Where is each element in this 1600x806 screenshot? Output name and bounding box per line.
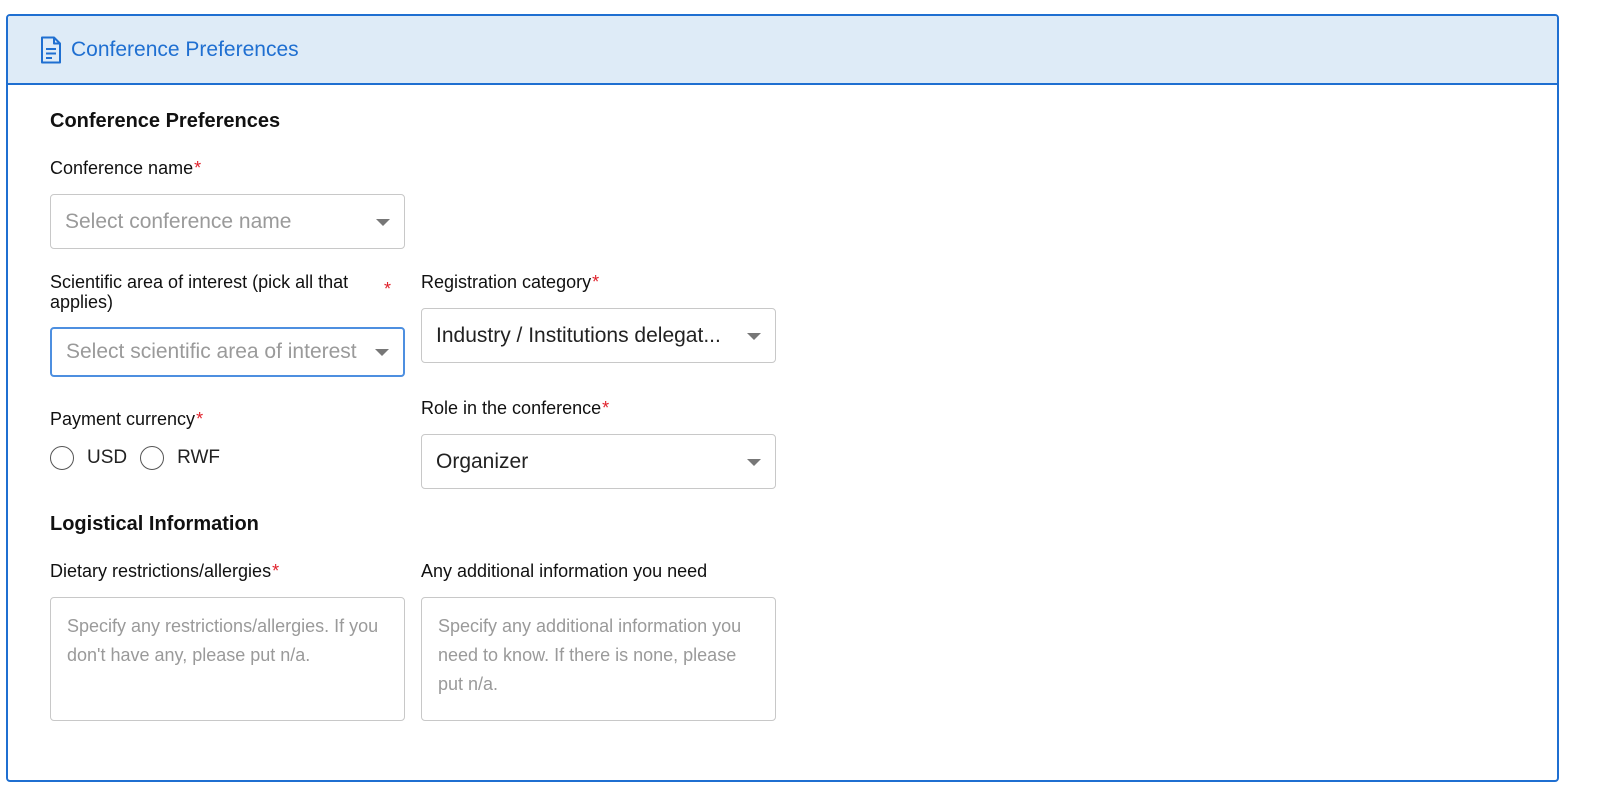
section-title-conference-preferences: Conference Preferences [50, 110, 281, 132]
chevron-down-icon [375, 349, 389, 356]
radio-circle[interactable] [140, 446, 165, 470]
payment-currency-label-text: Payment currency [50, 409, 196, 429]
radio-circle[interactable] [50, 446, 74, 470]
role-label-text: Role in the conference [421, 398, 602, 418]
header-title: Conference Preferences [71, 38, 299, 61]
currency-option-usd[interactable]: USD [50, 446, 127, 470]
document-icon [41, 36, 61, 64]
scientific-area-placeholder: Select scientific area of interest [66, 340, 357, 363]
chevron-down-icon [747, 332, 761, 340]
conference-name-placeholder: Select conference name [65, 209, 292, 233]
currency-option-usd-label: USD [87, 447, 128, 468]
additional-info-textarea[interactable]: Specify any additional information you n… [421, 597, 776, 721]
registration-category-value: Industry / Institutions delegat... [436, 323, 721, 347]
conference-name-select[interactable]: Select conference name [50, 194, 405, 249]
payment-currency-label: Payment currency* [50, 409, 203, 429]
required-marker: * [196, 409, 204, 429]
payment-currency-radio-group: USD RWF [50, 446, 233, 470]
registration-category-select[interactable]: Industry / Institutions delegat... [421, 308, 776, 363]
role-select[interactable]: Organizer [421, 434, 776, 489]
section-title-logistical-information: Logistical Information [50, 513, 259, 535]
required-marker: * [194, 158, 202, 178]
required-marker: * [272, 561, 280, 581]
role-value: Organizer [436, 449, 529, 473]
card-header: Conference Preferences [8, 16, 1557, 85]
registration-category-label-text: Registration category [421, 272, 592, 292]
required-marker: * [602, 398, 610, 418]
registration-category-label: Registration category* [421, 272, 599, 292]
required-marker: * [384, 279, 392, 299]
conference-name-label-text: Conference name [50, 158, 194, 178]
scientific-area-select[interactable]: Select scientific area of interest [50, 327, 405, 377]
chevron-down-icon [747, 458, 761, 466]
role-label: Role in the conference* [421, 398, 609, 418]
dietary-label-text: Dietary restrictions/allergies [50, 561, 272, 581]
dietary-label: Dietary restrictions/allergies* [50, 561, 279, 581]
scientific-area-label: Scientific area of interest (pick all th… [50, 272, 349, 312]
conference-preferences-card: Conference Preferences Conference Prefer… [6, 14, 1559, 782]
required-marker: * [592, 272, 600, 292]
conference-name-label: Conference name* [50, 158, 201, 178]
currency-option-rwf[interactable]: RWF [140, 446, 220, 470]
currency-option-rwf-label: RWF [177, 447, 221, 468]
additional-info-label: Any additional information you need [421, 561, 708, 581]
chevron-down-icon [376, 218, 390, 226]
dietary-textarea[interactable]: Specify any restrictions/allergies. If y… [50, 597, 405, 721]
